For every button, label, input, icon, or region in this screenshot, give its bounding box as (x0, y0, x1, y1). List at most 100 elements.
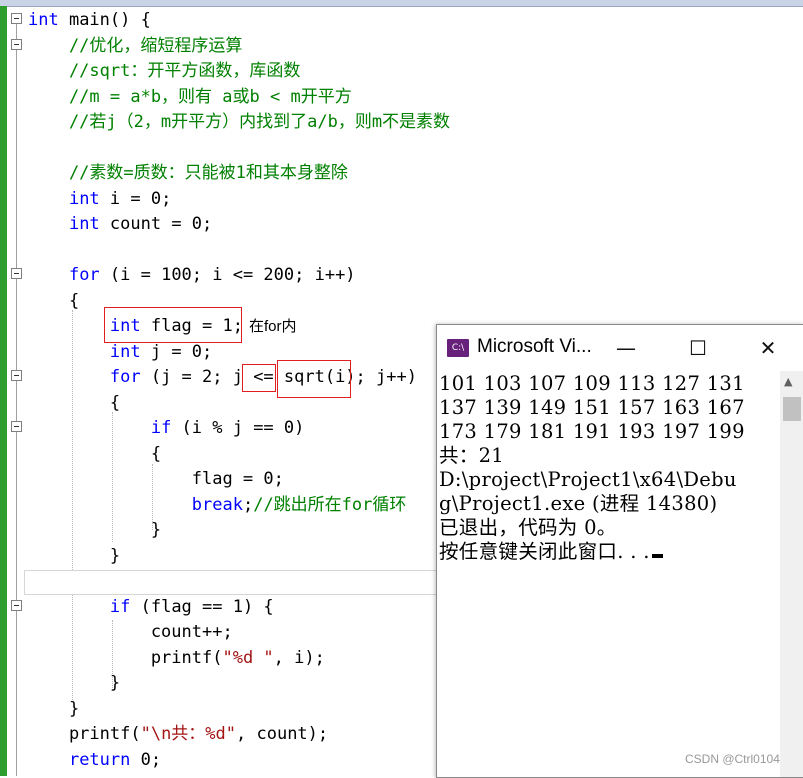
code-line[interactable]: } (28, 517, 161, 543)
annotation-label: 在for内 (249, 318, 297, 335)
code-line[interactable]: } (28, 696, 79, 722)
code-token: (flag == 1) { (130, 596, 274, 617)
watermark: CSDN @Ctrl0104 (685, 752, 780, 766)
minimize-button[interactable]: — (603, 333, 649, 363)
maximize-button[interactable]: ☐ (675, 333, 721, 363)
collapse-main-icon[interactable] (11, 13, 22, 24)
collapse-inner-for-icon[interactable] (11, 370, 22, 381)
code-line[interactable]: { (28, 390, 120, 416)
code-line[interactable]: count++; (28, 619, 233, 645)
code-line[interactable]: int count = 0; (28, 211, 212, 237)
code-token: 0; (130, 749, 162, 770)
console-scrollbar[interactable]: ▲ (780, 371, 803, 777)
code-line[interactable]: //sqrt：开平方函数，库函数 (28, 58, 300, 84)
code-line[interactable]: } (28, 543, 120, 569)
console-output-line: g\Project1.exe (进程 14380) (439, 492, 718, 515)
console-output-line: 已退出，代码为 0。 (439, 516, 617, 539)
code-token: if (150, 418, 172, 438)
console-app-icon: C:\ (447, 339, 469, 357)
code-line[interactable]: { (28, 441, 161, 467)
code-line[interactable]: //若j（2，m开平方）内找到了a/b，则m不是素数 (28, 109, 450, 135)
code-line[interactable]: for (i = 100; i <= 200; i++) (28, 262, 356, 288)
console-output-line: 173 179 181 191 193 197 199 (439, 420, 745, 443)
collapse-comment-icon[interactable] (11, 39, 22, 50)
editor-top-border (0, 0, 803, 7)
code-token: { (28, 290, 80, 311)
collapse-if-icon[interactable] (11, 421, 22, 432)
current-line-highlight (24, 570, 466, 595)
code-token: "\n共：%d" (140, 724, 237, 744)
code-token: , i); (273, 647, 325, 668)
code-line[interactable]: int main() { (28, 7, 151, 33)
change-tracking-bar (0, 6, 7, 776)
code-line[interactable]: printf("%d ", i); (28, 645, 325, 671)
code-token: } (28, 545, 121, 566)
code-token: //跳出所在for循环 (253, 494, 407, 515)
code-line[interactable]: } (28, 670, 120, 696)
code-line[interactable]: { (28, 288, 79, 314)
console-title: Microsoft Vi... (477, 336, 592, 357)
code-token: { (28, 392, 121, 413)
code-token: int (109, 341, 141, 362)
code-token: //sqrt：开平方函数，库函数 (28, 61, 301, 81)
code-token: "%d " (222, 647, 274, 668)
console-titlebar[interactable]: C:\ Microsoft Vi... — ☐ ✕ (437, 325, 803, 371)
outline-gutter (16, 20, 17, 776)
code-line[interactable]: for (j = 2; j <= sqrt(i); j++) (28, 364, 417, 390)
code-line[interactable]: printf("\n共：%d", count); (28, 721, 328, 747)
highlight-box-sqrt (277, 360, 351, 398)
code-token: //若j（2，m开平方）内找到了a/b，则m不是素数 (28, 112, 451, 132)
collapse-outer-for-icon[interactable] (11, 268, 22, 279)
code-line[interactable]: if (i % j == 0) (28, 415, 305, 441)
code-token: int (68, 188, 100, 209)
code-token: break (191, 494, 243, 515)
highlight-box-flag (104, 307, 242, 343)
code-line[interactable]: if (flag == 1) { (28, 594, 274, 620)
console-output[interactable]: 101 103 107 109 113 127 131 137 139 149 1… (437, 371, 780, 777)
code-token: } (28, 698, 80, 719)
code-token: , count); (236, 724, 329, 744)
highlight-box-le (242, 364, 276, 392)
code-token: int (68, 214, 100, 234)
collapse-if-flag-icon[interactable] (11, 600, 22, 611)
code-line[interactable]: return 0; (28, 747, 161, 773)
code-token: //优化，缩短程序运算 (28, 35, 243, 56)
code-line[interactable]: int i = 0; (28, 186, 171, 212)
code-token: printf( (28, 724, 141, 744)
code-token: //m = a*b，则有 a或b < m开平方 (28, 86, 352, 107)
code-token: j = 0; (140, 341, 213, 362)
code-line[interactable]: //m = a*b，则有 a或b < m开平方 (28, 84, 352, 110)
console-cursor (651, 554, 663, 558)
code-token: printf( (28, 647, 223, 668)
code-token: (i % j == 0) (171, 418, 305, 438)
console-window[interactable]: C:\ Microsoft Vi... — ☐ ✕ 101 103 107 10… (436, 324, 803, 778)
code-token: { (28, 443, 162, 464)
code-line[interactable]: //素数=质数：只能被1和其本身整除 (28, 160, 348, 186)
code-token: int (28, 10, 59, 30)
console-output-line: 101 103 107 109 113 127 131 (439, 372, 745, 395)
console-output-line: 按任意键关闭此窗口. . . (439, 540, 663, 564)
code-token: for (109, 367, 141, 387)
code-token: (i = 100; i <= 200; i++) (99, 265, 356, 285)
scroll-thumb[interactable] (783, 397, 801, 421)
code-token: return (68, 749, 131, 770)
code-token: count = 0; (99, 214, 213, 234)
code-line[interactable]: //优化，缩短程序运算 (28, 33, 242, 59)
code-token: //素数=质数：只能被1和其本身整除 (28, 163, 348, 183)
code-line[interactable]: break;//跳出所在for循环 (28, 492, 407, 518)
console-output-line: 137 139 149 151 157 163 167 (439, 396, 745, 419)
scroll-up-arrow-icon[interactable]: ▲ (784, 375, 792, 388)
code-line[interactable]: flag = 0; (28, 466, 284, 492)
close-button[interactable]: ✕ (745, 333, 791, 363)
code-token: if (109, 596, 131, 617)
console-output-line: 共：21 (439, 444, 505, 467)
code-token: } (28, 520, 162, 540)
